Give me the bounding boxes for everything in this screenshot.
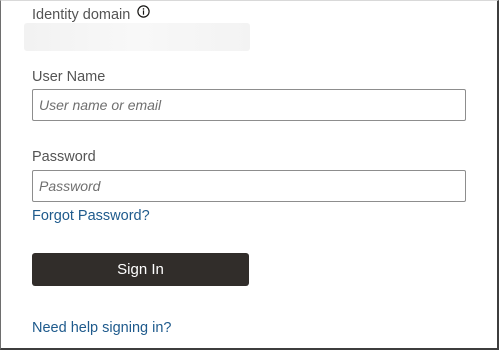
- identity-domain-label: Identity domain: [32, 7, 131, 23]
- identity-domain-label-row: Identity domain: [32, 4, 151, 24]
- username-input[interactable]: [32, 89, 466, 121]
- forgot-password-link[interactable]: Forgot Password?: [32, 207, 150, 225]
- username-label: User Name: [32, 69, 106, 85]
- need-help-link[interactable]: Need help signing in?: [32, 319, 171, 337]
- signin-form: Identity domain User Name Password Forgo…: [0, 0, 499, 350]
- info-circle-icon[interactable]: [137, 4, 151, 23]
- sign-in-button[interactable]: Sign In: [32, 253, 249, 286]
- password-label: Password: [32, 149, 96, 165]
- identity-domain-value: [24, 23, 250, 51]
- password-input[interactable]: [32, 170, 466, 202]
